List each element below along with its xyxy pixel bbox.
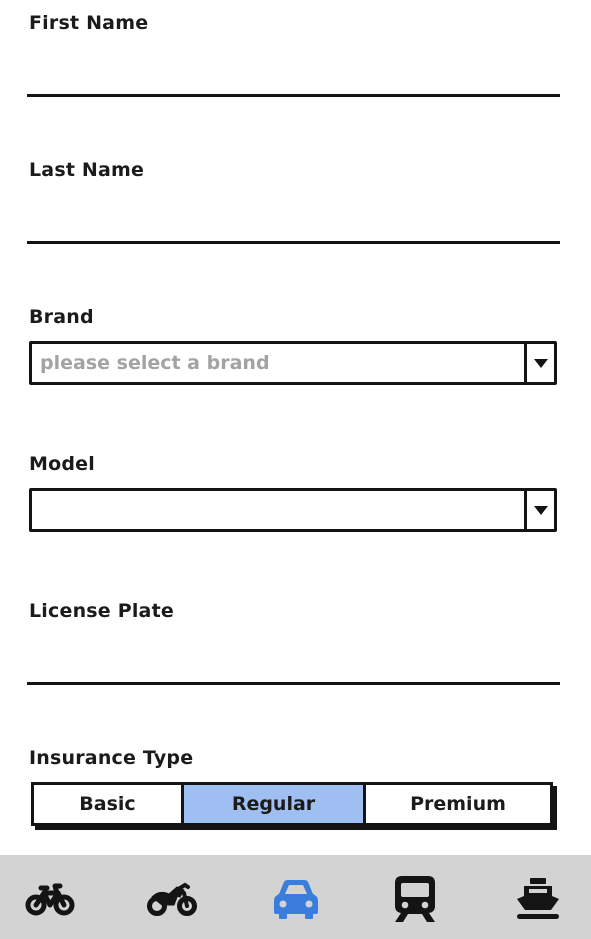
vehicle-type-tab-bar (0, 855, 591, 939)
first-name-input[interactable] (27, 66, 560, 97)
last-name-label: Last Name (29, 159, 145, 181)
bicycle-icon (25, 883, 75, 916)
motorcycle-icon (147, 882, 197, 916)
insurance-type-label: Insurance Type (29, 747, 194, 769)
nav-motorcycle-tab[interactable] (142, 875, 202, 923)
insurance-form-page: First Name Last Name Brand please select… (0, 0, 591, 939)
brand-select[interactable]: please select a brand (29, 341, 557, 385)
nav-train-tab[interactable] (385, 875, 445, 923)
first-name-label: First Name (29, 12, 149, 34)
insurance-type-segmented-control: Basic Regular Premium (31, 782, 553, 826)
license-plate-input[interactable] (27, 654, 560, 685)
model-label: Model (29, 453, 95, 475)
brand-dropdown-button[interactable] (524, 344, 554, 382)
model-dropdown-button[interactable] (524, 491, 554, 529)
car-icon (274, 880, 318, 919)
brand-label: Brand (29, 306, 94, 328)
brand-select-placeholder: please select a brand (40, 352, 270, 374)
nav-car-tab[interactable] (266, 875, 326, 923)
insurance-type-regular-button[interactable]: Regular (181, 785, 363, 823)
model-select[interactable] (29, 488, 557, 532)
chevron-down-icon (533, 505, 548, 515)
insurance-type-basic-button[interactable]: Basic (34, 785, 181, 823)
ship-icon (517, 878, 559, 919)
insurance-type-premium-button[interactable]: Premium (363, 785, 550, 823)
nav-bicycle-tab[interactable] (20, 875, 80, 923)
nav-ship-tab[interactable] (508, 875, 568, 923)
chevron-down-icon (533, 358, 548, 368)
last-name-input[interactable] (27, 213, 560, 244)
license-plate-label: License Plate (29, 600, 174, 622)
train-icon (395, 876, 435, 922)
